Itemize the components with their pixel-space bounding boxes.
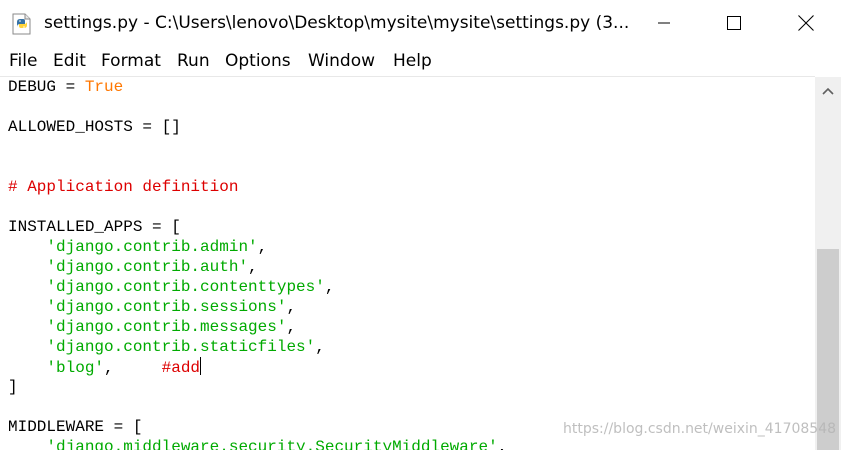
code-token-normal: DEBUG =: [8, 78, 85, 96]
code-editor[interactable]: DEBUG = True ALLOWED_HOSTS = [] # Applic…: [0, 77, 815, 450]
code-token-string: 'django.contrib.sessions': [46, 298, 287, 316]
code-text[interactable]: DEBUG = True ALLOWED_HOSTS = [] # Applic…: [8, 77, 507, 450]
close-button[interactable]: [771, 0, 841, 46]
code-line[interactable]: [8, 137, 507, 157]
minimize-button[interactable]: [629, 0, 699, 46]
code-line[interactable]: 'django.contrib.sessions',: [8, 297, 507, 317]
code-line[interactable]: 'django.contrib.messages',: [8, 317, 507, 337]
menu-file[interactable]: File: [9, 49, 37, 73]
python-idle-icon: [10, 12, 34, 36]
code-token-comment: #add: [161, 359, 201, 377]
code-token-normal: [8, 238, 46, 256]
code-line[interactable]: [8, 97, 507, 117]
code-token-normal: ,: [286, 318, 297, 336]
menu-options[interactable]: Options: [225, 49, 291, 73]
code-token-keyword: True: [84, 78, 124, 96]
code-token-normal: ,: [248, 258, 258, 276]
code-token-string: 'django.middleware.security.SecurityMidd…: [46, 438, 498, 450]
code-token-string: 'django.contrib.messages': [46, 318, 287, 336]
title-bar[interactable]: settings.py - C:\Users\lenovo\Desktop\my…: [0, 0, 841, 46]
minimize-icon: [658, 22, 670, 24]
menu-help[interactable]: Help: [393, 49, 432, 73]
code-token-normal: ALLOWED_HOSTS = []: [8, 118, 181, 136]
code-line[interactable]: [8, 157, 507, 177]
code-token-normal: ]: [8, 378, 18, 396]
menu-edit[interactable]: Edit: [53, 49, 86, 73]
code-line[interactable]: [8, 197, 507, 217]
code-line[interactable]: # Application definition: [8, 177, 507, 197]
menu-window[interactable]: Window: [308, 49, 375, 73]
menu-run[interactable]: Run: [177, 49, 210, 73]
watermark: https://blog.csdn.net/weixin_41708548: [563, 421, 837, 437]
code-line[interactable]: 'django.contrib.admin',: [8, 237, 507, 257]
text-cursor: [200, 357, 202, 375]
scroll-up-button[interactable]: [815, 77, 841, 105]
maximize-icon: [727, 16, 741, 30]
code-line[interactable]: ALLOWED_HOSTS = []: [8, 117, 507, 137]
code-token-normal: [8, 338, 46, 356]
code-token-comment: # Application definition: [8, 178, 239, 196]
code-token-string: 'django.contrib.auth': [46, 258, 249, 276]
code-token-normal: MIDDLEWARE = [: [8, 418, 143, 436]
code-line[interactable]: 'django.middleware.security.SecurityMidd…: [8, 437, 507, 450]
menu-bar: File Edit Format Run Options Window Help: [0, 46, 841, 76]
code-token-string: 'blog': [46, 359, 105, 377]
window-title: settings.py - C:\Users\lenovo\Desktop\my…: [44, 13, 630, 33]
code-line[interactable]: 'blog', #add: [8, 357, 507, 377]
scroll-thumb[interactable]: [817, 249, 839, 450]
code-token-normal: ,: [324, 278, 335, 296]
code-token-normal: [8, 359, 46, 377]
maximize-button[interactable]: [699, 0, 769, 46]
code-token-normal: ,: [315, 338, 325, 356]
code-token-normal: [8, 298, 46, 316]
code-token-normal: [8, 318, 46, 336]
code-line[interactable]: 'django.contrib.staticfiles',: [8, 337, 507, 357]
code-line[interactable]: DEBUG = True: [8, 77, 507, 97]
code-token-normal: ,: [286, 298, 297, 316]
code-token-string: 'django.contrib.admin': [46, 238, 258, 256]
code-line[interactable]: 'django.contrib.contenttypes',: [8, 277, 507, 297]
code-token-normal: [8, 278, 46, 296]
chevron-up-icon: [822, 87, 834, 95]
code-token-normal: ,: [104, 359, 162, 377]
code-line[interactable]: MIDDLEWARE = [: [8, 417, 507, 437]
code-line[interactable]: INSTALLED_APPS = [: [8, 217, 507, 237]
code-token-normal: ,: [497, 438, 508, 450]
code-token-normal: ,: [257, 238, 268, 256]
code-token-normal: INSTALLED_APPS = [: [8, 218, 181, 236]
code-token-string: 'django.contrib.contenttypes': [46, 278, 325, 296]
close-icon: [798, 15, 814, 31]
idle-editor-window: settings.py - C:\Users\lenovo\Desktop\my…: [0, 0, 841, 450]
vertical-scrollbar[interactable]: [815, 77, 841, 450]
code-line[interactable]: [8, 397, 507, 417]
code-line[interactable]: 'django.contrib.auth',: [8, 257, 507, 277]
code-token-string: 'django.contrib.staticfiles': [46, 338, 316, 356]
code-token-normal: [8, 438, 46, 450]
menu-format[interactable]: Format: [101, 49, 161, 73]
code-line[interactable]: ]: [8, 377, 507, 397]
code-token-normal: [8, 258, 46, 276]
